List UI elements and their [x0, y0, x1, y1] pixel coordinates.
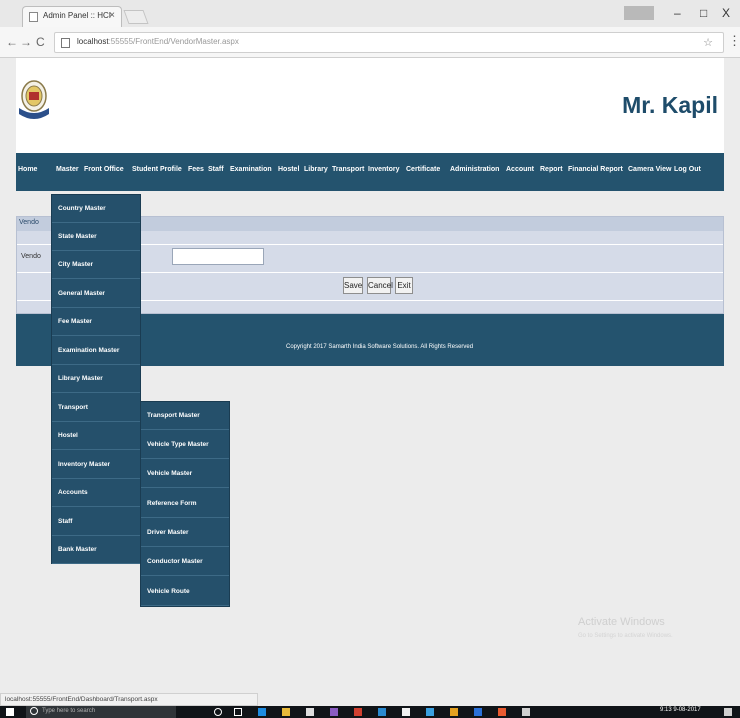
nav-item-financial-report[interactable]: Financial Report [568, 166, 623, 173]
tray-time: 9:13 [660, 707, 672, 713]
nav-item-master[interactable]: Master [56, 166, 79, 173]
main-nav: Home Master Front Office Student Profile… [16, 153, 724, 191]
nav-item-transport[interactable]: Transport [332, 166, 364, 173]
nav-item-home[interactable]: Home [18, 166, 37, 173]
cancel-button[interactable]: Cancel [367, 277, 393, 294]
browser-tab[interactable]: Admin Panel :: HCI × [22, 6, 122, 27]
nav-item-certificate[interactable]: Certificate [406, 166, 440, 173]
nav-item-staff[interactable]: Staff [208, 166, 224, 173]
nav-item-report[interactable]: Report [540, 166, 563, 173]
store-icon[interactable] [306, 708, 314, 716]
reload-icon[interactable]: C [36, 35, 45, 49]
menu-item-conductor-master[interactable]: Conductor Master [141, 548, 229, 576]
url-host: localhost [77, 37, 109, 46]
minimize-icon[interactable]: – [674, 6, 681, 20]
master-dropdown-menu: Country Master State Master City Master … [51, 194, 141, 564]
exit-button[interactable]: Exit [395, 277, 413, 294]
nav-item-library[interactable]: Library [304, 166, 328, 173]
nav-item-front-office[interactable]: Front Office [84, 166, 124, 173]
page-header: Mr. Kapil [16, 58, 724, 153]
browser-tabstrip: Admin Panel :: HCI × – □ X [0, 0, 740, 27]
page-info-icon[interactable] [61, 38, 70, 48]
activate-windows-title: Activate Windows [578, 616, 665, 628]
panel-title: Vendo [19, 219, 39, 226]
menu-item-accounts[interactable]: Accounts [52, 479, 140, 507]
menu-item-country-master[interactable]: Country Master [52, 195, 140, 223]
task-view-icon[interactable] [234, 708, 242, 716]
menu-item-city-master[interactable]: City Master [52, 251, 140, 279]
windows-start-icon[interactable] [6, 708, 14, 716]
profile-chip[interactable] [624, 6, 654, 20]
new-tab-button[interactable] [123, 10, 149, 24]
tab-title: Admin Panel :: HCI [43, 11, 112, 20]
microphone-icon[interactable] [214, 708, 222, 716]
system-tray-clock[interactable]: 9:13 9-08-2017 [660, 707, 701, 713]
browser-toolbar: ← → C localhost:55555/FrontEnd/VendorMas… [0, 27, 740, 58]
app-icon[interactable] [522, 708, 530, 716]
tray-date: 9-08-2017 [673, 707, 701, 713]
address-bar[interactable]: localhost:55555/FrontEnd/VendorMaster.as… [54, 32, 724, 53]
search-icon [30, 707, 38, 715]
edge-icon[interactable] [258, 708, 266, 716]
menu-item-transport-master[interactable]: Transport Master [141, 402, 229, 430]
visual-studio-icon[interactable] [330, 708, 338, 716]
menu-item-inventory-master[interactable]: Inventory Master [52, 451, 140, 479]
menu-item-driver-master[interactable]: Driver Master [141, 519, 229, 547]
nav-item-administration[interactable]: Administration [450, 166, 499, 173]
file-explorer-icon[interactable] [282, 708, 290, 716]
copyright-text: Copyright 2017 Samarth India Software So… [286, 344, 474, 350]
browser-menu-icon[interactable]: ⋮ [728, 33, 740, 49]
user-name: Mr. Kapil [622, 92, 718, 118]
taskbar: Type here to search 9:13 9-08-2017 [0, 706, 740, 718]
transport-submenu: Transport Master Vehicle Type Master Veh… [140, 401, 230, 607]
nav-item-log-out[interactable]: Log Out [674, 166, 701, 173]
activate-windows-subtitle: Go to Settings to activate Windows. [578, 633, 673, 639]
menu-item-state-master[interactable]: State Master [52, 223, 140, 251]
close-window-icon[interactable]: X [722, 6, 730, 20]
menu-item-vehicle-route[interactable]: Vehicle Route [141, 578, 229, 606]
app-icon[interactable] [426, 708, 434, 716]
app-icon[interactable] [498, 708, 506, 716]
app-icon[interactable] [450, 708, 458, 716]
notification-icon[interactable] [724, 708, 732, 716]
app-icon[interactable] [354, 708, 362, 716]
menu-item-transport[interactable]: Transport [52, 394, 140, 422]
page-icon [29, 12, 38, 22]
taskbar-search[interactable]: Type here to search [26, 706, 176, 718]
menu-item-vehicle-master[interactable]: Vehicle Master [141, 460, 229, 488]
status-bar-url: localhost:55555/FrontEnd/Dashboard/Trans… [0, 693, 258, 706]
nav-item-account[interactable]: Account [506, 166, 534, 173]
nav-item-camera-view[interactable]: Camera View [628, 166, 671, 173]
forward-icon[interactable]: → [20, 35, 32, 49]
nav-item-examination[interactable]: Examination [230, 166, 272, 173]
app-icon[interactable] [378, 708, 386, 716]
nav-item-hostel[interactable]: Hostel [278, 166, 299, 173]
vendor-name-input[interactable] [172, 248, 264, 265]
menu-item-general-master[interactable]: General Master [52, 280, 140, 308]
maximize-icon[interactable]: □ [700, 6, 707, 20]
chrome-icon[interactable] [474, 708, 482, 716]
menu-item-examination-master[interactable]: Examination Master [52, 337, 140, 365]
school-logo [19, 80, 49, 119]
menu-item-vehicle-type-master[interactable]: Vehicle Type Master [141, 431, 229, 459]
nav-item-fees[interactable]: Fees [188, 166, 204, 173]
vendor-name-label: Vendo [21, 253, 41, 260]
back-icon[interactable]: ← [6, 35, 18, 49]
menu-item-reference-form[interactable]: Reference Form [141, 490, 229, 518]
app-icon[interactable] [402, 708, 410, 716]
menu-item-staff[interactable]: Staff [52, 508, 140, 536]
nav-item-inventory[interactable]: Inventory [368, 166, 400, 173]
menu-item-bank-master[interactable]: Bank Master [52, 536, 140, 564]
menu-item-fee-master[interactable]: Fee Master [52, 308, 140, 336]
nav-item-student-profile[interactable]: Student Profile [132, 166, 182, 173]
menu-item-library-master[interactable]: Library Master [52, 365, 140, 393]
bookmark-star-icon[interactable]: ☆ [703, 36, 713, 49]
url-path: :55555/FrontEnd/VendorMaster.aspx [108, 37, 239, 46]
close-icon[interactable]: × [109, 10, 115, 21]
taskbar-search-placeholder: Type here to search [42, 708, 96, 714]
menu-item-hostel[interactable]: Hostel [52, 422, 140, 450]
save-button[interactable]: Save [343, 277, 363, 294]
